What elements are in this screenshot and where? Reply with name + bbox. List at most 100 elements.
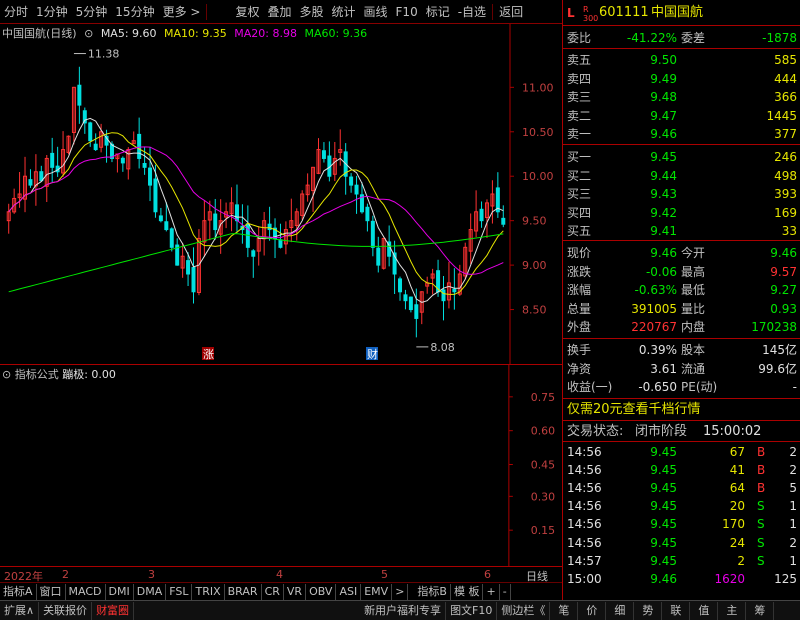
bottom-bar-item[interactable]: 联 bbox=[662, 601, 691, 620]
candle-body bbox=[169, 228, 174, 248]
chart-title[interactable]: 中国国航(日线) bbox=[2, 27, 77, 40]
bottom-bar-item[interactable]: 关联报价 bbox=[39, 601, 93, 620]
bottom-bar-item[interactable]: 值 bbox=[690, 601, 719, 620]
indicator-tab[interactable]: 指标B bbox=[414, 583, 451, 600]
indicator-tab[interactable]: 指标A bbox=[0, 583, 37, 600]
bottom-bar-item[interactable]: 主 bbox=[718, 601, 747, 620]
indicator-formula-label[interactable]: 指标公式 bbox=[15, 368, 59, 381]
bottom-bar-item[interactable]: 财富圈 bbox=[92, 601, 135, 620]
quote-cell: 9.45 bbox=[650, 445, 677, 459]
quote-cell: 14:56 bbox=[567, 463, 602, 478]
ma10-line bbox=[8, 132, 504, 295]
dropdown-icon[interactable]: ⊙ bbox=[2, 368, 11, 381]
indicator-tab[interactable]: + bbox=[483, 583, 500, 600]
quote-cell: 2 bbox=[789, 535, 797, 550]
order-book-sell: 卖二 9.47 1445 bbox=[563, 107, 800, 125]
bottom-bar-item[interactable]: 侧边栏《 bbox=[497, 601, 551, 620]
toolbar-button[interactable]: 15分钟 bbox=[111, 1, 158, 23]
quote-cell: 393 bbox=[774, 187, 797, 202]
quote-cell: 9.43 bbox=[650, 187, 677, 202]
indicator-chart[interactable]: 0.75 0.60 0.45 0.30 0.15 bbox=[0, 364, 562, 566]
quote-cell: 9.45 bbox=[650, 481, 677, 496]
candle-body bbox=[354, 184, 359, 195]
order-book-sell: 卖一 9.46 377 bbox=[563, 125, 800, 143]
indicator-tab[interactable]: TRIX bbox=[192, 583, 225, 600]
promo-link: 仅需20元查看千档行情 bbox=[567, 402, 701, 417]
date-label: 6 bbox=[484, 568, 491, 581]
quote-cell: 9.46 bbox=[650, 127, 677, 142]
candle-body bbox=[158, 215, 163, 222]
promo-row: 仅需20元查看千档行情 bbox=[563, 401, 800, 419]
date-label: 2 bbox=[62, 568, 69, 581]
quote-cell: 买三 bbox=[567, 187, 592, 202]
quote-cell: 收益(一) bbox=[567, 380, 613, 395]
indicator-tab[interactable]: > bbox=[392, 583, 409, 600]
quote-cell: 股本 bbox=[681, 343, 706, 357]
quote-cell: 今开 bbox=[681, 246, 706, 260]
quote-cell: S bbox=[757, 553, 765, 568]
quote-cell: B bbox=[757, 463, 766, 478]
quote-cell: 41 bbox=[729, 463, 745, 478]
indicator-tab[interactable]: ASI bbox=[336, 583, 362, 600]
toolbar-button[interactable]: 更多 > bbox=[159, 1, 205, 23]
candle-body bbox=[408, 296, 413, 311]
candle-body bbox=[479, 208, 484, 222]
bottom-bar-item[interactable]: 笔 bbox=[550, 601, 579, 620]
bottom-bar-item[interactable]: 筹 bbox=[746, 601, 775, 620]
collapse-icon[interactable]: ⊙ bbox=[84, 27, 93, 40]
indicator-tab[interactable]: MACD bbox=[66, 583, 106, 600]
date-label: 3 bbox=[148, 568, 155, 581]
toolbar-button[interactable]: 画线 bbox=[360, 1, 392, 23]
quote-cell: 买五 bbox=[567, 224, 592, 239]
y-tick-label: 10.00 bbox=[522, 170, 554, 183]
toolbar-button[interactable]: -自选 bbox=[454, 1, 490, 23]
toolbar-button[interactable]: 统计 bbox=[328, 1, 360, 23]
quote-cell: 量比 bbox=[681, 301, 706, 316]
y-tick-label: 0.60 bbox=[531, 425, 555, 438]
quote-cell: -0.650 bbox=[638, 380, 677, 395]
indicator-tab[interactable]: OBV bbox=[306, 583, 337, 600]
candle-body bbox=[251, 250, 256, 257]
bottom-bar-item[interactable]: 图文F10 bbox=[446, 601, 498, 620]
subchart-header: ⊙ 指标公式 蹦极: 0.00 bbox=[2, 366, 116, 382]
quote-cell: 3.61 bbox=[650, 361, 677, 376]
divider bbox=[563, 144, 800, 145]
bottom-bar-item[interactable]: 扩展∧ bbox=[0, 601, 40, 620]
quote-cell: 444 bbox=[774, 71, 797, 86]
indicator-tab[interactable]: - bbox=[500, 583, 511, 600]
bottom-bar-item[interactable]: 新用户福利专享 bbox=[360, 601, 447, 620]
bottom-bar-item[interactable]: 细 bbox=[606, 601, 635, 620]
ma5-line bbox=[8, 117, 504, 303]
indicator-tab[interactable]: EMV bbox=[361, 583, 393, 600]
candle-body bbox=[349, 176, 354, 186]
indicator-tab[interactable]: CR bbox=[262, 583, 284, 600]
quote-cell: 9.45 bbox=[650, 463, 677, 478]
toolbar-button[interactable]: F10 bbox=[392, 1, 422, 23]
toolbar-button[interactable]: 叠加 bbox=[263, 1, 295, 23]
indicator-tab[interactable]: FSL bbox=[166, 583, 193, 600]
toolbar-button[interactable]: 标记 bbox=[422, 1, 454, 23]
y-tick-label: 0.75 bbox=[531, 391, 555, 404]
ma20-label: MA20: 8.98 bbox=[234, 27, 297, 40]
quote-row: 委比 -41.22% 委差 -1878 bbox=[563, 29, 800, 47]
indicator-tab[interactable]: DMI bbox=[106, 583, 134, 600]
toolbar-button[interactable]: 5分钟 bbox=[72, 1, 112, 23]
quote-cell: B bbox=[757, 481, 766, 496]
kline-chart[interactable]: 11.00 10.50 10.00 9.50 9.00 8.50 11.38 8.08 涨 财 bbox=[0, 24, 562, 364]
bottom-bar-item[interactable]: 价 bbox=[578, 601, 607, 620]
toolbar-button[interactable]: 分时 bbox=[0, 1, 32, 23]
indicator-tab[interactable]: VR bbox=[284, 583, 307, 600]
indicator-tab[interactable]: DMA bbox=[134, 583, 167, 600]
quote-cell: 流通 bbox=[681, 361, 706, 376]
indicator-tab[interactable]: 模 板 bbox=[451, 583, 484, 600]
bottom-bar-item[interactable]: 势 bbox=[634, 601, 663, 620]
toolbar-button[interactable]: 返回 bbox=[495, 1, 527, 23]
indicator-tab[interactable]: BRAR bbox=[225, 583, 262, 600]
quote-cell: 2 bbox=[789, 463, 797, 478]
toolbar-button[interactable]: 复权 bbox=[231, 1, 263, 23]
quote-cell: 外盘 bbox=[567, 320, 592, 335]
quote-cell: 卖一 bbox=[567, 127, 592, 142]
toolbar-button[interactable]: 1分钟 bbox=[32, 1, 72, 23]
toolbar-button[interactable]: 多股 bbox=[295, 1, 327, 23]
indicator-tab[interactable]: 窗口 bbox=[37, 583, 66, 600]
